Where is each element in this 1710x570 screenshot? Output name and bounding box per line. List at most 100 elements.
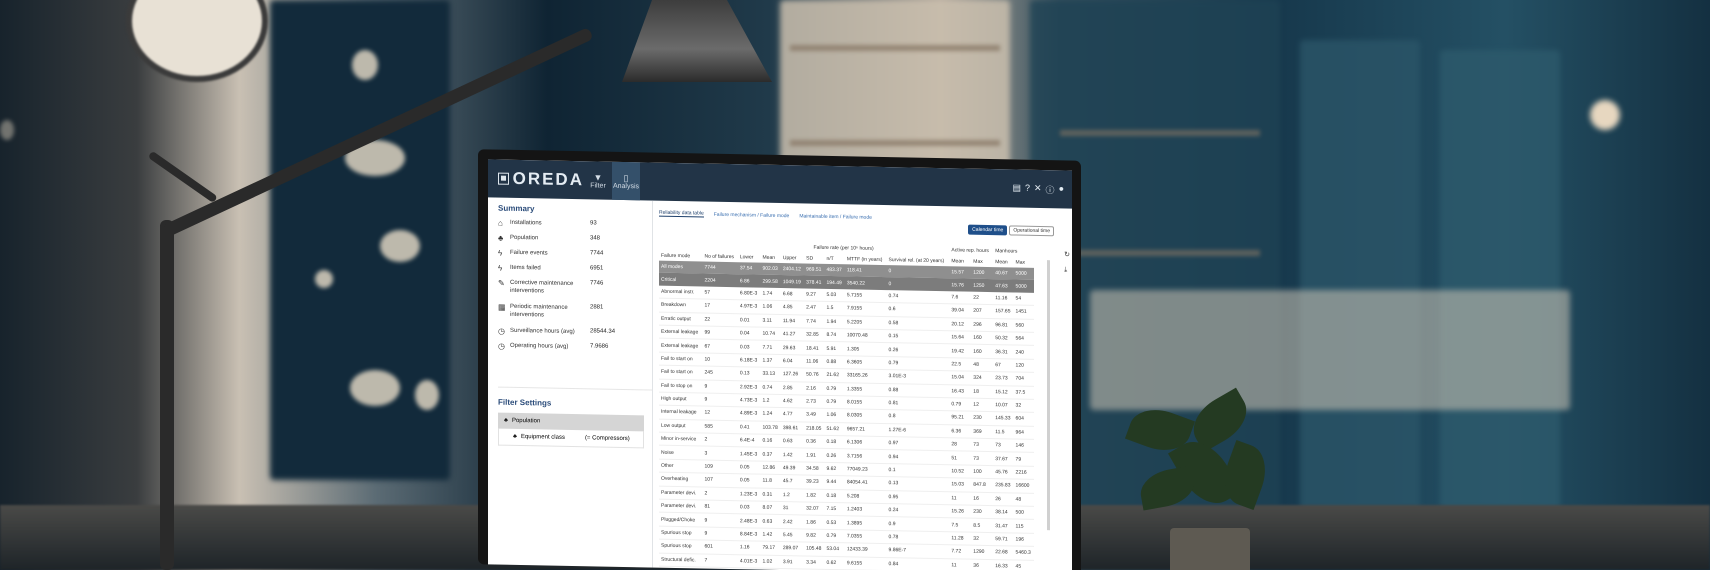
manhours-header: Manhours xyxy=(995,247,1018,255)
column-header[interactable]: Lower xyxy=(738,251,761,262)
table-cell: 2.48E-3 xyxy=(737,514,761,528)
table-cell: 0.24 xyxy=(886,503,950,519)
table-cell: 5.45 xyxy=(780,528,805,543)
download-icon[interactable]: ⤓ xyxy=(1064,266,1070,274)
table-cell: 9.62 xyxy=(824,462,845,477)
table-cell: 0.1 xyxy=(886,463,950,479)
print-icon[interactable]: ▤ xyxy=(1012,182,1021,195)
column-header[interactable]: Failure mode xyxy=(659,250,703,262)
table-cell: 378.41 xyxy=(804,275,825,289)
table-cell: 3540.22 xyxy=(844,276,887,290)
summary-value: 7744 xyxy=(590,250,604,257)
table-cell: 16600 xyxy=(1013,479,1034,494)
column-header[interactable]: Max xyxy=(1014,256,1034,267)
column-header[interactable]: SD xyxy=(804,252,824,263)
shelf xyxy=(1060,130,1260,136)
summary-value: 28544.34 xyxy=(590,328,616,335)
table-body: All modes 7744 37.54 902.03 2404.12 969.51 483… xyxy=(659,260,1034,570)
table-cell: 1.2 xyxy=(760,394,781,408)
tab-maintainable-item[interactable]: Maintainable item / Failure mode xyxy=(799,213,872,220)
table-cell: 79.17 xyxy=(760,541,781,556)
table-cell: 32 xyxy=(971,531,994,546)
column-header[interactable]: Max xyxy=(971,256,993,267)
table-cell: 40.67 xyxy=(993,267,1014,280)
table-cell: 33.13 xyxy=(760,367,781,382)
table-cell: 240 xyxy=(1013,345,1034,360)
tab-reliability-data[interactable]: Reliability data table xyxy=(659,209,704,218)
column-header[interactable]: Mean xyxy=(993,256,1013,267)
help-icon[interactable]: ? xyxy=(1025,182,1030,195)
nav-filter[interactable]: ▼ Filter xyxy=(584,161,612,200)
filter-sub-equipment-class[interactable]: ♣ Equipment class (= Compressors) xyxy=(498,428,644,449)
summary-label: Installations xyxy=(510,219,542,227)
tab-failure-mechanism[interactable]: Failure mechanism / Failure mode xyxy=(714,212,790,219)
operational-time-button[interactable]: Operational time xyxy=(1009,225,1054,237)
column-header[interactable]: No of failures xyxy=(703,251,738,263)
column-header[interactable]: n/T xyxy=(824,253,844,264)
table-cell: 10.74 xyxy=(760,327,781,341)
table-cell: 9657.21 xyxy=(844,422,887,437)
table-cell: 10070.48 xyxy=(844,328,887,343)
table-cell: 7.72 xyxy=(949,544,972,559)
table-cell: 0.62 xyxy=(824,555,845,570)
table-cell: 964 xyxy=(1013,425,1034,440)
filter-settings: Filter Settings ♣ Population ♣ Equipment… xyxy=(498,386,652,449)
clock-icon: ◷ xyxy=(498,341,505,351)
column-header[interactable]: Upper xyxy=(781,252,804,263)
close-icon[interactable]: ✕ xyxy=(1034,182,1042,195)
table-cell: 4.89E-3 xyxy=(737,406,761,421)
table-cell: 34.58 xyxy=(804,461,825,476)
analysis-icon: ▯ xyxy=(623,172,629,183)
table-cell: 0.18 xyxy=(824,435,845,450)
table-cell: 15.64 xyxy=(949,330,972,345)
table-cell: 77049.23 xyxy=(844,462,887,477)
table-scrollbar[interactable] xyxy=(1047,260,1050,531)
app-screen: OREDA ▼ Filter ▯ Analysis ▤ ? ✕ ⓘ ● Summ… xyxy=(488,159,1072,570)
table-cell: 12433.39 xyxy=(844,542,887,558)
table-cell: 2.85 xyxy=(780,381,805,395)
lightning-icon: ϟ xyxy=(498,263,503,273)
summary-row-periodic: ▦ Periodic maintenance interventions 288… xyxy=(498,303,652,330)
table-cell: 45.76 xyxy=(993,465,1014,480)
column-header[interactable]: MTTF (in years) xyxy=(845,253,887,265)
user-icon[interactable]: ● xyxy=(1059,183,1064,196)
table-cell: 7.71 xyxy=(760,340,781,355)
table-cell: 32.85 xyxy=(804,327,825,342)
table-cell: 0.26 xyxy=(886,342,950,358)
table-cell: 15.04 xyxy=(949,370,972,385)
table-cell: Overheating xyxy=(659,472,703,487)
table-cell: 12 xyxy=(971,398,994,412)
table-cell: 11.06 xyxy=(804,354,825,369)
column-header[interactable]: Mean xyxy=(761,252,781,263)
calendar-time-button[interactable]: Calendar time xyxy=(968,224,1008,236)
table-cell: 9 xyxy=(702,379,738,394)
table-cell: 31.47 xyxy=(993,519,1014,533)
app-logo[interactable]: OREDA xyxy=(488,168,584,190)
table-cell: 585 xyxy=(702,419,738,434)
table-cell: 196 xyxy=(1013,532,1034,547)
table-cell: 0.58 xyxy=(886,316,950,331)
time-toggle: Calendar time Operational time xyxy=(968,224,1054,237)
table-cell: 8.84E-3 xyxy=(737,527,761,542)
column-header[interactable]: Mean xyxy=(949,255,971,266)
table-cell: 50.76 xyxy=(804,368,825,382)
nav-analysis[interactable]: ▯ Analysis xyxy=(612,161,640,201)
table-cell: 84054.41 xyxy=(844,476,887,491)
table-cell: 2404.12 xyxy=(780,263,805,276)
table-cell: 299.58 xyxy=(760,275,781,288)
filter-sub-value: (= Compressors) xyxy=(584,435,630,443)
table-cell: 2.92E-3 xyxy=(737,380,761,395)
table-cell: 0.8 xyxy=(886,409,950,425)
table-cell: Spurious stop xyxy=(659,539,703,554)
info-icon[interactable]: ⓘ xyxy=(1046,183,1055,196)
installation-icon: ⌂ xyxy=(498,218,503,228)
table-cell: 0.41 xyxy=(737,420,761,435)
refresh-icon[interactable]: ↻ xyxy=(1064,250,1070,258)
table-cell: 1.24 xyxy=(760,407,781,422)
summary-row-operating: ◷ Operating hours (avg) 7.9686 xyxy=(498,342,652,360)
table-cell: 160 xyxy=(971,331,994,345)
table-cell: 0.78 xyxy=(886,530,950,545)
table-cell: 23.73 xyxy=(993,371,1014,386)
table-cell: 6.1306 xyxy=(844,435,887,451)
table-cell: 0.81 xyxy=(886,396,950,412)
